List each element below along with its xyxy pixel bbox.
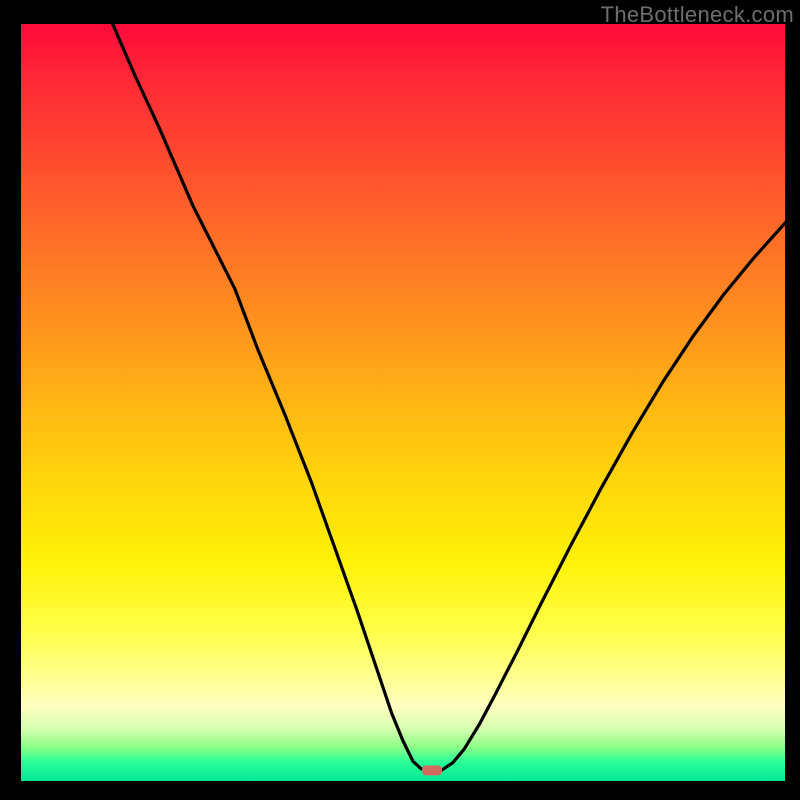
optimal-marker xyxy=(422,765,442,775)
watermark-text: TheBottleneck.com xyxy=(601,2,794,28)
chart-svg xyxy=(21,24,785,781)
plot-area xyxy=(21,24,785,781)
bottleneck-curve xyxy=(113,24,785,770)
chart-frame: TheBottleneck.com xyxy=(0,0,800,800)
